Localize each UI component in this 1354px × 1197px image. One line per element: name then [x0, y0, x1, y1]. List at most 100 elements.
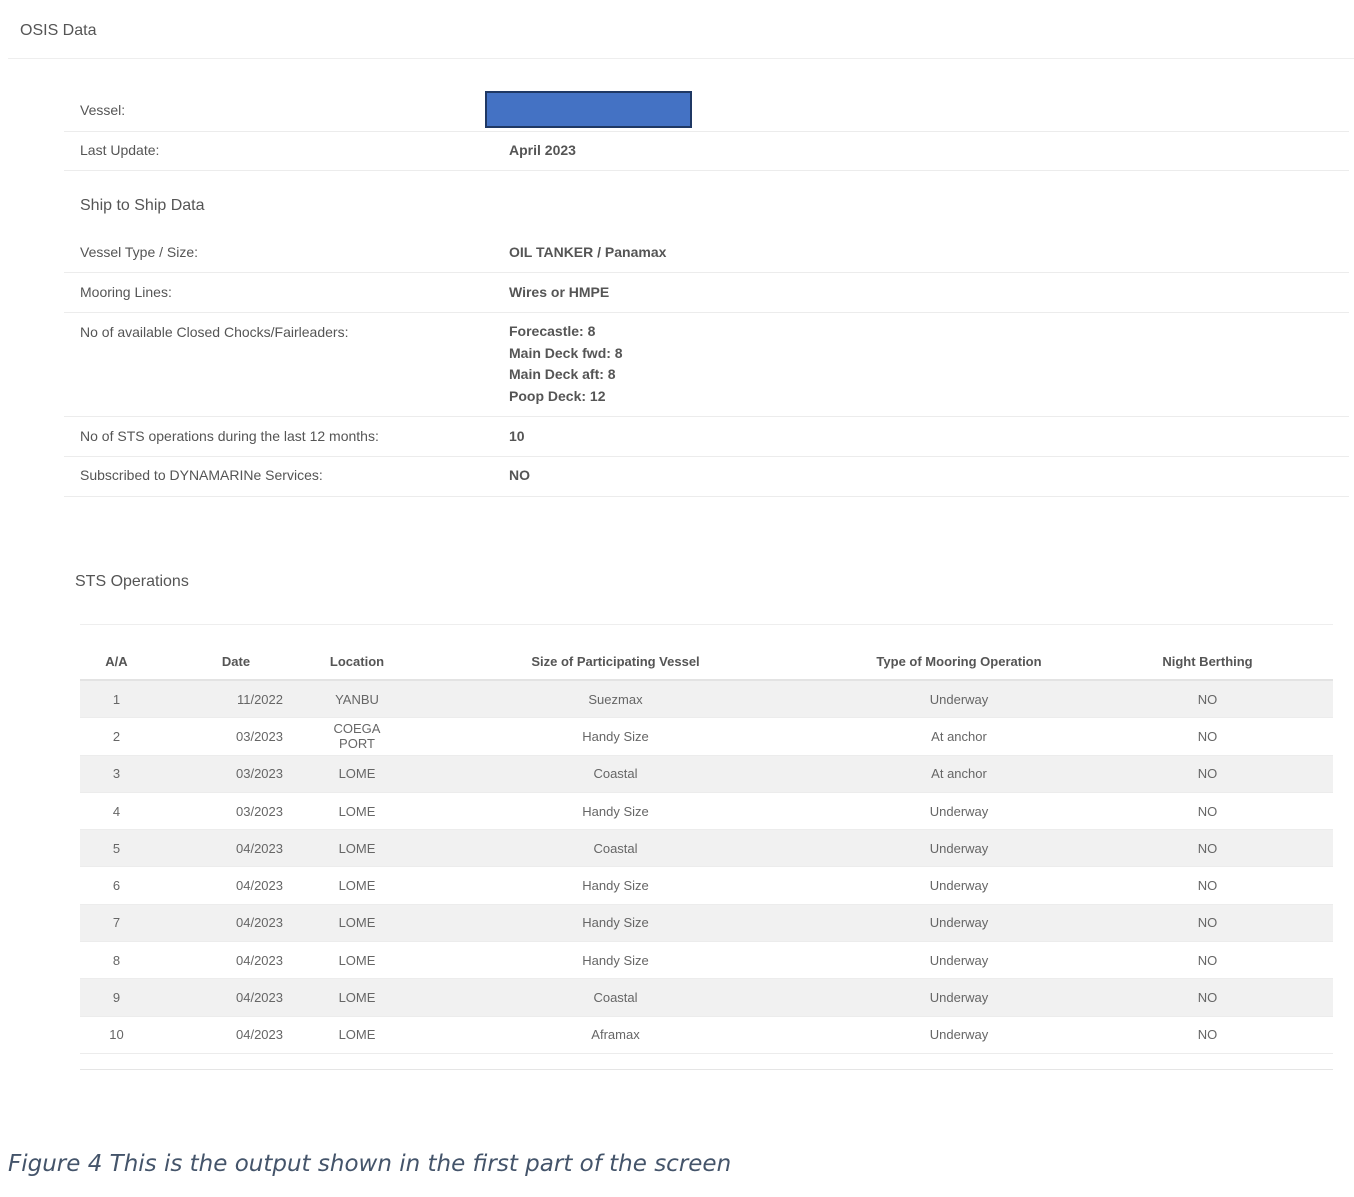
cell-night-berthing: NO	[1082, 792, 1333, 831]
cell-location: LOME	[319, 941, 395, 980]
cell-date: 04/2023	[153, 978, 319, 1017]
cell-vessel-size: Handy Size	[395, 792, 836, 831]
cell-date: 03/2023	[153, 755, 319, 793]
table-row: 3 03/2023 LOME Coastal At anchor NO	[80, 755, 1333, 793]
vessel-label: Vessel:	[80, 102, 126, 118]
cell-night-berthing: NO	[1082, 941, 1333, 980]
chocks-main-deck-fwd: Main Deck fwd: 8	[509, 344, 623, 361]
cell-mooring-type: Underway	[836, 1016, 1082, 1054]
table-row: 10 04/2023 LOME Aframax Underway NO	[80, 1016, 1333, 1054]
cell-aa: 4	[80, 792, 153, 831]
vessel-type-label: Vessel Type / Size:	[80, 244, 199, 260]
sts-count-value: 10	[509, 428, 525, 444]
sts-operations-heading: STS Operations	[75, 573, 189, 590]
cell-location: LOME	[319, 904, 395, 943]
cell-date: 04/2023	[153, 941, 319, 980]
cell-vessel-size: Suezmax	[395, 680, 836, 719]
cell-aa: 10	[80, 1016, 153, 1054]
cell-vessel-size: Handy Size	[395, 904, 836, 943]
cell-date: 03/2023	[153, 717, 319, 756]
table-row: 2 03/2023 COEGA PORT Handy Size At anchor NO	[80, 717, 1333, 756]
column-header: Location	[319, 643, 395, 681]
cell-vessel-size: Handy Size	[395, 866, 836, 905]
column-header: A/A	[80, 643, 153, 681]
table-row: 7 04/2023 LOME Handy Size Underway NO	[80, 904, 1333, 943]
mooring-lines-value: Wires or HMPE	[509, 284, 610, 300]
column-header: Date	[153, 643, 319, 681]
cell-night-berthing: NO	[1082, 978, 1333, 1017]
table-row: 8 04/2023 LOME Handy Size Underway NO	[80, 941, 1333, 980]
table-row: 9 04/2023 LOME Coastal Underway NO	[80, 978, 1333, 1017]
vessel-type-row: Vessel Type / Size: OIL TANKER / Panamax	[64, 232, 1349, 273]
cell-night-berthing: NO	[1082, 1016, 1333, 1054]
last-update-label: Last Update:	[80, 142, 160, 158]
chocks-row: No of available Closed Chocks/Fairleader…	[64, 312, 1349, 417]
vessel-type-value: OIL TANKER / Panamax	[509, 244, 667, 260]
cell-aa: 7	[80, 904, 153, 943]
cell-date: 04/2023	[153, 866, 319, 905]
cell-location: LOME	[319, 1016, 395, 1054]
column-header: Size of Participating Vessel	[395, 643, 836, 681]
cell-night-berthing: NO	[1082, 755, 1333, 793]
cell-aa: 1	[80, 680, 153, 719]
cell-date: 11/2022	[153, 680, 319, 719]
cell-mooring-type: Underway	[836, 978, 1082, 1017]
chocks-label: No of available Closed Chocks/Fairleader…	[80, 324, 349, 340]
cell-location: LOME	[319, 978, 395, 1017]
cell-date: 04/2023	[153, 829, 319, 868]
table-header-row: A/A Date Location Size of Participating …	[80, 643, 1333, 681]
chocks-main-deck-aft: Main Deck aft: 8	[509, 366, 616, 382]
table-bottom-rule	[80, 1069, 1333, 1070]
sts-table-body: 1 11/2022 YANBU Suezmax Underway NO 2 03/2023 CO…	[80, 680, 1333, 1054]
cell-mooring-type: Underway	[836, 792, 1082, 831]
table-row: 4 03/2023 LOME Handy Size Underway NO	[80, 792, 1333, 831]
cell-aa: 2	[80, 717, 153, 756]
ship-to-ship-heading: Ship to Ship Data	[80, 197, 205, 214]
cell-mooring-type: At anchor	[836, 755, 1082, 793]
cell-location: LOME	[319, 866, 395, 905]
last-update-row: Last Update: April 2023	[64, 131, 1349, 171]
last-update-value: April 2023	[509, 142, 576, 158]
cell-mooring-type: Underway	[836, 829, 1082, 868]
column-header: Night Berthing	[1082, 643, 1333, 681]
cell-vessel-size: Aframax	[395, 1016, 836, 1054]
vessel-row: Vessel:	[64, 91, 1349, 132]
cell-vessel-size: Coastal	[395, 978, 836, 1017]
sts-count-row: No of STS operations during the last 12 …	[64, 416, 1349, 457]
cell-location: COEGA PORT	[319, 717, 395, 756]
cell-location: LOME	[319, 792, 395, 831]
table-row: 1 11/2022 YANBU Suezmax Underway NO	[80, 680, 1333, 719]
cell-mooring-type: Underway	[836, 680, 1082, 719]
cell-aa: 6	[80, 866, 153, 905]
sts-operations-table: A/A Date Location Size of Participating …	[80, 643, 1333, 1054]
subscribed-row: Subscribed to DYNAMARINe Services: NO	[64, 456, 1349, 497]
subscribed-value: NO	[509, 467, 530, 483]
vessel-name-redaction	[485, 91, 692, 128]
cell-location: YANBU	[319, 680, 395, 719]
sts-count-label: No of STS operations during the last 12 …	[80, 428, 379, 444]
page-header: OSIS Data	[8, 0, 1354, 59]
cell-date: 04/2023	[153, 1016, 319, 1054]
cell-location: LOME	[319, 829, 395, 868]
cell-mooring-type: At anchor	[836, 717, 1082, 756]
cell-aa: 5	[80, 829, 153, 868]
chocks-poop-deck: Poop Deck: 12	[509, 387, 606, 404]
cell-mooring-type: Underway	[836, 866, 1082, 905]
cell-night-berthing: NO	[1082, 866, 1333, 905]
sts-divider	[80, 624, 1333, 625]
chocks-forecastle: Forecastle: 8	[509, 323, 596, 339]
mooring-lines-label: Mooring Lines:	[80, 284, 172, 300]
cell-mooring-type: Underway	[836, 904, 1082, 943]
figure-caption: Figure 4 This is the output shown in the…	[8, 1151, 732, 1177]
cell-vessel-size: Handy Size	[395, 717, 836, 756]
cell-night-berthing: NO	[1082, 717, 1333, 756]
mooring-lines-row: Mooring Lines: Wires or HMPE	[64, 272, 1349, 313]
page-title: OSIS Data	[20, 22, 97, 39]
cell-vessel-size: Coastal	[395, 755, 836, 793]
cell-night-berthing: NO	[1082, 680, 1333, 719]
cell-night-berthing: NO	[1082, 904, 1333, 943]
table-row: 6 04/2023 LOME Handy Size Underway NO	[80, 866, 1333, 905]
cell-vessel-size: Handy Size	[395, 941, 836, 980]
cell-mooring-type: Underway	[836, 941, 1082, 980]
chocks-values: Forecastle: 8 Main Deck fwd: 8 Main Deck…	[509, 321, 623, 407]
